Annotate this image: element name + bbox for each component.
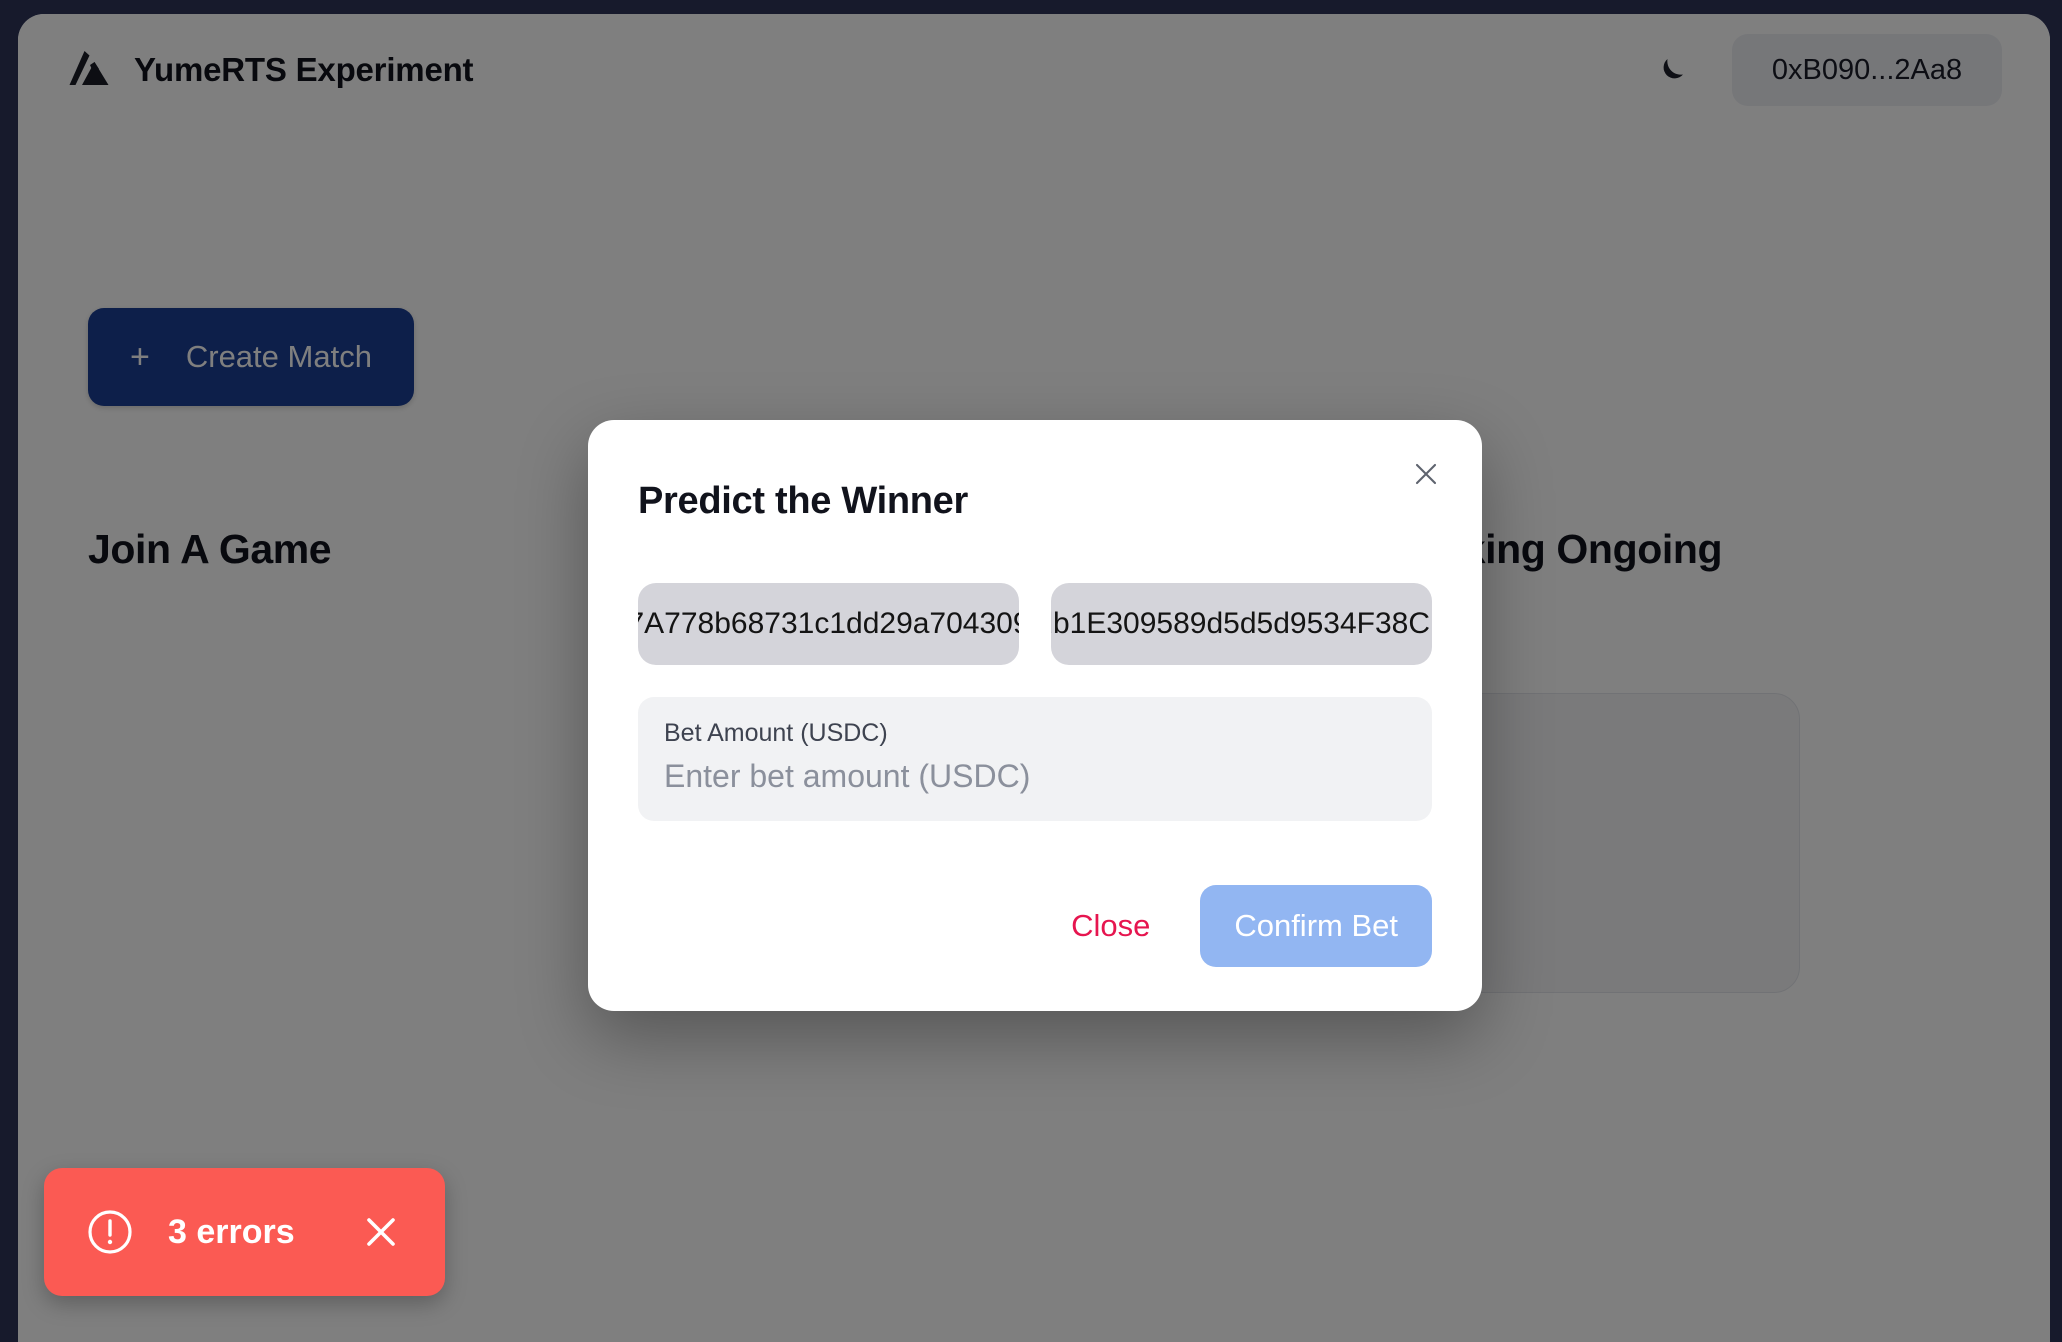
dialog-actions: Close Confirm Bet bbox=[638, 885, 1432, 967]
player-option-2-label: db1E309589d5d5d9534F38C1 bbox=[1051, 607, 1432, 640]
player-option-1[interactable]: 7A778b68731c1dd29a704309 bbox=[638, 583, 1019, 665]
x-icon bbox=[361, 1212, 401, 1252]
error-toast: 3 errors bbox=[44, 1168, 445, 1296]
player-choices: 7A778b68731c1dd29a704309 db1E309589d5d5d… bbox=[638, 583, 1432, 665]
close-x-icon bbox=[1413, 461, 1439, 487]
alert-circle-icon bbox=[86, 1208, 134, 1256]
window-frame: YumeRTS Experiment 0xB090...2Aa8 + bbox=[0, 0, 2062, 1342]
dialog-title: Predict the Winner bbox=[638, 480, 968, 522]
dialog-close-button[interactable] bbox=[1404, 452, 1448, 496]
confirm-bet-button[interactable]: Confirm Bet bbox=[1200, 885, 1432, 967]
player-option-2[interactable]: db1E309589d5d5d9534F38C1 bbox=[1051, 583, 1432, 665]
bet-amount-input[interactable] bbox=[664, 758, 1406, 795]
error-toast-close-button[interactable] bbox=[353, 1204, 409, 1260]
player-option-1-label: 7A778b68731c1dd29a704309 bbox=[638, 607, 1019, 640]
bet-amount-field[interactable]: Bet Amount (USDC) bbox=[638, 697, 1432, 821]
close-button[interactable]: Close bbox=[1049, 894, 1172, 958]
predict-the-winner-dialog: Predict the Winner 7A778b68731c1dd29a704… bbox=[588, 420, 1482, 1011]
error-toast-label: 3 errors bbox=[168, 1212, 295, 1251]
bet-amount-label: Bet Amount (USDC) bbox=[664, 719, 888, 747]
